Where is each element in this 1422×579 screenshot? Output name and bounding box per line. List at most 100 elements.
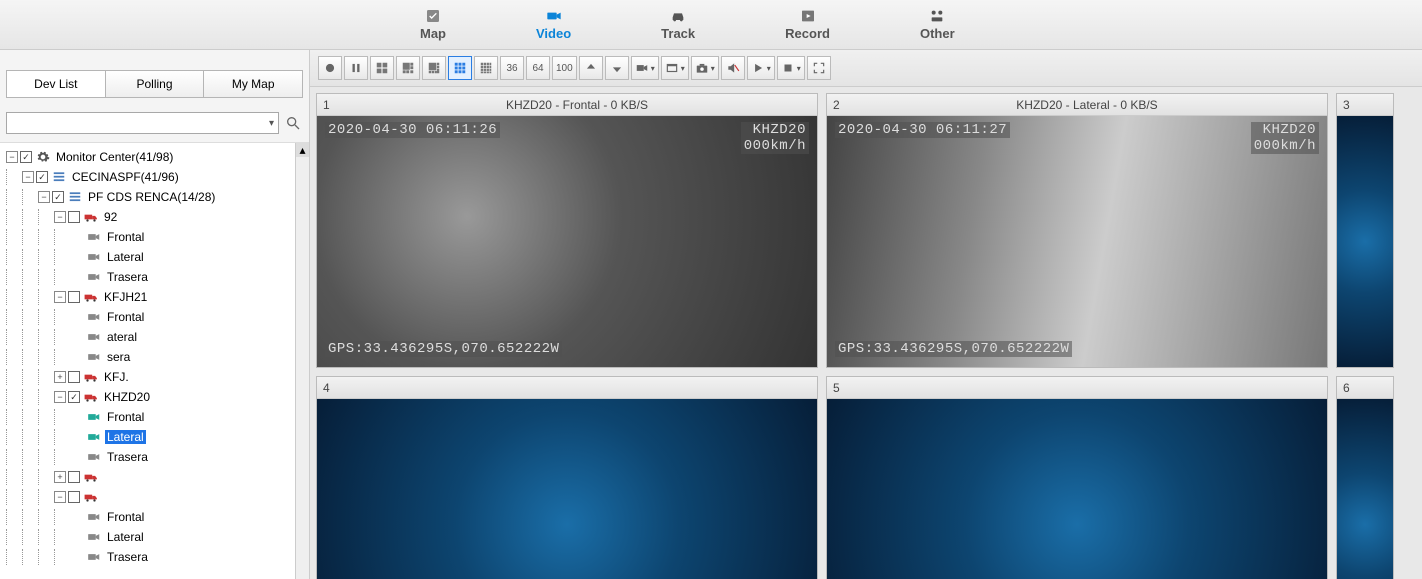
tile-title: KHZD20 - Lateral - 0 KB/S: [853, 98, 1321, 112]
tool-window[interactable]: [661, 56, 689, 80]
tree-node-label[interactable]: Frontal: [105, 410, 146, 424]
tile-number: 4: [323, 381, 337, 395]
tree-scrollbar[interactable]: ▴: [295, 143, 309, 579]
checkbox[interactable]: [36, 171, 48, 183]
tool-stop[interactable]: [777, 56, 805, 80]
search-combo[interactable]: [6, 112, 279, 134]
video-tile[interactable]: 5: [826, 376, 1328, 579]
video-tile[interactable]: 3: [1336, 93, 1394, 368]
gear-icon: [35, 150, 51, 164]
tree-node-label[interactable]: KFJH21: [102, 290, 149, 304]
tree-node-label[interactable]: Trasera: [105, 550, 150, 564]
tile-body[interactable]: 2020-04-30 06:11:27KHZD20000km/hGPS:33.4…: [827, 116, 1327, 367]
nav-other[interactable]: Other: [920, 8, 955, 41]
video-panel: 36 64 100 1KHZD20 - Frontal - 0 KB/S2020…: [310, 50, 1422, 579]
nav-record[interactable]: Record: [785, 8, 830, 41]
tool-grid16[interactable]: [474, 56, 498, 80]
arrow-down-icon: [610, 61, 624, 75]
tree-node-label[interactable]: Frontal: [105, 310, 146, 324]
num-label: 64: [532, 63, 543, 74]
tree-node-label[interactable]: Lateral: [105, 430, 146, 444]
tile-number: 2: [833, 98, 847, 112]
tree-node-label[interactable]: Lateral: [105, 250, 146, 264]
tool-grid6[interactable]: [396, 56, 420, 80]
checkbox[interactable]: [52, 191, 64, 203]
tool-page-up[interactable]: [579, 56, 603, 80]
tool-pause[interactable]: [344, 56, 368, 80]
expander-icon[interactable]: +: [54, 471, 66, 483]
checkbox[interactable]: [68, 491, 80, 503]
scroll-up-icon[interactable]: ▴: [296, 143, 309, 157]
side-tabs: Dev List Polling My Map: [6, 70, 303, 98]
tree-node-label[interactable]: KHZD20: [102, 390, 152, 404]
tab-polling[interactable]: Polling: [106, 70, 205, 98]
camera-icon: [86, 350, 102, 364]
tool-mute[interactable]: [721, 56, 745, 80]
checkbox[interactable]: [68, 371, 80, 383]
tool-grid8[interactable]: [422, 56, 446, 80]
tree-node-label[interactable]: Trasera: [105, 270, 150, 284]
video-tile[interactable]: 2 KHZD20 - Lateral - 0 KB/S 2020-04-30 06:…: [826, 93, 1328, 368]
tool-grid100[interactable]: 100: [552, 56, 577, 80]
expander-icon[interactable]: −: [54, 391, 66, 403]
expander-icon[interactable]: −: [54, 211, 66, 223]
tile-header: 6: [1337, 377, 1393, 399]
tile-header: 5: [827, 377, 1327, 399]
tree-node-label[interactable]: sera: [105, 350, 132, 364]
tool-fullscreen[interactable]: [807, 56, 831, 80]
checkbox[interactable]: [68, 291, 80, 303]
video-tile[interactable]: 6: [1336, 376, 1394, 579]
expander-icon[interactable]: −: [6, 151, 18, 163]
tool-grid36[interactable]: 36: [500, 56, 524, 80]
tile-body[interactable]: [827, 399, 1327, 579]
expander-icon[interactable]: −: [38, 191, 50, 203]
tree-node-label[interactable]: CECINASPF(41/96): [70, 170, 181, 184]
tab-my-map[interactable]: My Map: [204, 70, 303, 98]
tool-stream[interactable]: [631, 56, 659, 80]
checkbox[interactable]: [68, 471, 80, 483]
tile-header: 4: [317, 377, 817, 399]
nav-video[interactable]: Video: [536, 8, 571, 41]
fullscreen-icon: [812, 61, 826, 75]
tool-grid9[interactable]: [448, 56, 472, 80]
nav-track[interactable]: Track: [661, 8, 695, 41]
tool-record[interactable]: [318, 56, 342, 80]
camera-icon: [86, 550, 102, 564]
nav-map[interactable]: Map: [420, 8, 446, 41]
expander-icon[interactable]: −: [22, 171, 34, 183]
tree-node-label[interactable]: Trasera: [105, 450, 150, 464]
mute-icon: [726, 61, 740, 75]
tree-node-label[interactable]: Monitor Center(41/98): [54, 150, 175, 164]
tile-body[interactable]: [317, 399, 817, 579]
tool-grid4[interactable]: [370, 56, 394, 80]
tab-label: My Map: [232, 77, 275, 91]
tree-node-label[interactable]: 92: [102, 210, 119, 224]
checkbox[interactable]: [68, 211, 80, 223]
play-icon: [798, 8, 818, 24]
grid9-icon: [453, 61, 467, 75]
tile-body[interactable]: 2020-04-30 06:11:26KHZD20000km/hGPS:33.4…: [317, 116, 817, 367]
tree-node-label[interactable]: KFJ.: [102, 370, 131, 384]
tree-node-label[interactable]: Frontal: [105, 510, 146, 524]
tree-node-label[interactable]: Frontal: [105, 230, 146, 244]
expander-icon[interactable]: +: [54, 371, 66, 383]
tool-snapshot[interactable]: [691, 56, 719, 80]
expander-icon[interactable]: −: [54, 291, 66, 303]
checkbox[interactable]: [20, 151, 32, 163]
tab-dev-list[interactable]: Dev List: [6, 70, 106, 98]
tile-number: 1: [323, 98, 337, 112]
expander-icon[interactable]: −: [54, 491, 66, 503]
tile-body[interactable]: [1337, 116, 1393, 367]
search-button[interactable]: [283, 113, 303, 133]
tree-node-label[interactable]: PF CDS RENCA(14/28): [86, 190, 217, 204]
tree-node-label[interactable]: Lateral: [105, 530, 146, 544]
tile-body[interactable]: [1337, 399, 1393, 579]
device-tree[interactable]: − Monitor Center(41/98) − CECINASPF(41/96) −…: [0, 142, 309, 579]
tool-grid64[interactable]: 64: [526, 56, 550, 80]
video-tile[interactable]: 1KHZD20 - Frontal - 0 KB/S2020-04-30 06:…: [316, 93, 818, 368]
tool-play[interactable]: [747, 56, 775, 80]
tree-node-label[interactable]: ateral: [105, 330, 139, 344]
tool-page-down[interactable]: [605, 56, 629, 80]
checkbox[interactable]: [68, 391, 80, 403]
video-tile[interactable]: 4: [316, 376, 818, 579]
